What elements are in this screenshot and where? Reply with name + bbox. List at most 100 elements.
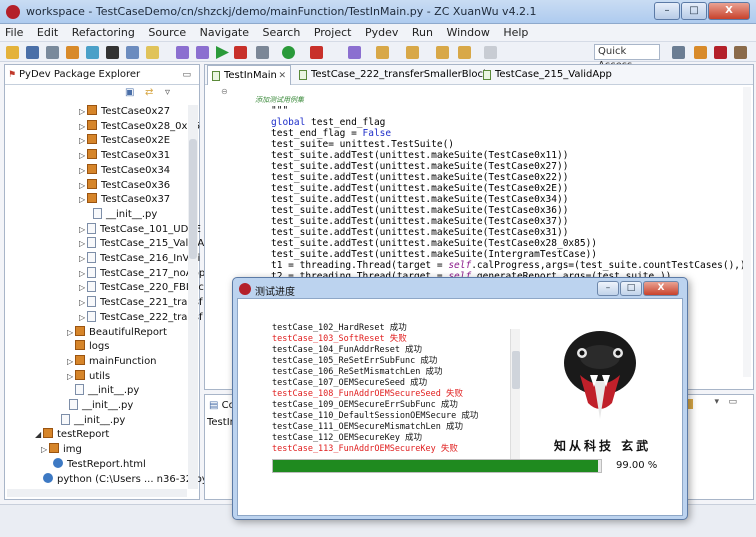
expand-arrow-icon[interactable]: ▷: [79, 193, 87, 207]
run-icon[interactable]: [216, 46, 229, 59]
tools-icon[interactable]: [106, 46, 119, 59]
tree-item[interactable]: __init__.py: [67, 384, 139, 398]
code-line[interactable]: test_suite.addTest(unittest.makeSuite(Te…: [271, 227, 568, 238]
link-editor-icon[interactable]: ⇄: [145, 87, 153, 98]
log-scroll-thumb[interactable]: [512, 351, 520, 389]
dialog-minimize-button[interactable]: –: [597, 281, 619, 296]
code-line[interactable]: test_suite.addTest(unittest.makeSuite(Te…: [271, 216, 568, 227]
editor-scrollbar[interactable]: [743, 87, 751, 377]
explorer-scroll-thumb[interactable]: [189, 139, 197, 259]
stop-icon[interactable]: [234, 46, 247, 59]
debug-perspective-icon[interactable]: [734, 46, 747, 59]
menu-source[interactable]: Source: [143, 24, 191, 39]
tree-item[interactable]: ▷ utils: [67, 369, 110, 384]
back-icon[interactable]: [458, 46, 471, 59]
expand-arrow-icon[interactable]: ▷: [79, 281, 87, 295]
tree-item[interactable]: ▷ TestCase0x31: [79, 149, 170, 163]
expand-arrow-icon[interactable]: ▷: [79, 311, 87, 325]
pen-icon[interactable]: [196, 46, 209, 59]
menu-help[interactable]: Help: [498, 24, 533, 39]
menu-refactoring[interactable]: Refactoring: [67, 24, 140, 39]
expand-arrow-icon[interactable]: ◢: [35, 428, 43, 442]
expand-arrow-icon[interactable]: ▷: [79, 237, 87, 251]
code-line[interactable]: test_suite.addTest(unittest.makeSuite(Te…: [271, 194, 568, 205]
close-tab-icon[interactable]: ✕: [278, 66, 286, 86]
tab-testcase-222[interactable]: TestCase_222_transferSmallerBlock: [295, 65, 489, 85]
code-line[interactable]: global test_end_flag: [271, 117, 385, 128]
tree-item[interactable]: ▷ TestCase_222_transf: [79, 310, 202, 325]
fold-marker-icon[interactable]: ⊖: [221, 87, 228, 96]
minimize-button[interactable]: –: [654, 2, 680, 20]
tree-item[interactable]: TestReport.html: [45, 457, 146, 472]
pydev-perspective-icon[interactable]: [714, 46, 727, 59]
tree-item[interactable]: ▷ BeautifulReport: [67, 325, 167, 340]
tree-item[interactable]: __init__.py: [53, 413, 125, 428]
code-line[interactable]: test_suite.addTest(unittest.makeSuite(Te…: [271, 205, 568, 216]
code-line[interactable]: test_suite.addTest(unittest.makeSuite(Te…: [271, 183, 568, 194]
expand-arrow-icon[interactable]: ▷: [79, 120, 87, 134]
code-line[interactable]: test_suite.addTest(unittest.makeSuite(Te…: [271, 238, 597, 249]
tree-item[interactable]: ▷ TestCase0x28_0x85: [79, 119, 200, 134]
menu-window[interactable]: Window: [441, 24, 494, 39]
code-line[interactable]: test_end_flag = False: [271, 128, 391, 139]
expand-arrow-icon[interactable]: ▷: [79, 149, 87, 163]
tree-item[interactable]: ▷ TestCase_215_ValidA: [79, 237, 204, 251]
console-tab[interactable]: ▤ Co: [209, 400, 235, 411]
explorer-scrollbar[interactable]: [188, 105, 198, 489]
close-button[interactable]: X: [708, 2, 750, 20]
new-icon[interactable]: [6, 46, 19, 59]
expand-arrow-icon[interactable]: ▷: [67, 355, 75, 369]
external-tools-icon[interactable]: [310, 46, 323, 59]
view-menu-icon[interactable]: ▿: [165, 87, 170, 98]
console-menu-icon[interactable]: ▾: [714, 397, 719, 407]
open-perspective-icon[interactable]: [672, 46, 685, 59]
maximize-button[interactable]: □: [681, 2, 707, 20]
menu-project[interactable]: Project: [309, 24, 357, 39]
pencil-icon[interactable]: [146, 46, 159, 59]
brush-icon[interactable]: [176, 46, 189, 59]
log-scrollbar[interactable]: [510, 329, 520, 459]
menu-navigate[interactable]: Navigate: [195, 24, 254, 39]
tab-testinmain[interactable]: TestInMain ✕: [207, 65, 291, 85]
tree-item[interactable]: ▷ TestCase_221_transf: [79, 296, 202, 310]
tree-item[interactable]: ▷ TestCase_101_UDSE: [79, 222, 201, 237]
dialog-close-button[interactable]: X: [643, 281, 679, 296]
tree-item[interactable]: ▷ TestCase0x2E: [79, 134, 170, 148]
menu-search[interactable]: Search: [258, 24, 306, 39]
tree-item[interactable]: ▷ TestCase_216_InVali: [79, 252, 200, 266]
expand-arrow-icon[interactable]: ▷: [79, 296, 87, 310]
tree-item[interactable]: ▷ mainFunction: [67, 354, 157, 369]
open-folder-icon[interactable]: [66, 46, 79, 59]
panel-minimize-icon[interactable]: ▭: [182, 65, 191, 85]
expand-arrow-icon[interactable]: ▷: [79, 105, 87, 119]
print-icon[interactable]: [46, 46, 59, 59]
debug-icon[interactable]: [256, 46, 269, 59]
code-line[interactable]: test_suite.addTest(unittest.makeSuite(In…: [271, 249, 597, 260]
tree-item[interactable]: logs: [67, 340, 109, 354]
dialog-maximize-button[interactable]: □: [620, 281, 642, 296]
tree-item[interactable]: ◢ testReport: [35, 428, 109, 442]
menu-file[interactable]: File: [0, 24, 28, 39]
menu-edit[interactable]: Edit: [32, 24, 63, 39]
tree-item[interactable]: __init__.py: [61, 399, 133, 413]
expand-arrow-icon[interactable]: ▷: [67, 370, 75, 384]
run-last-icon[interactable]: [282, 46, 295, 59]
prev-annotation-icon[interactable]: [436, 46, 449, 59]
expand-arrow-icon[interactable]: ▷: [79, 223, 87, 237]
tree-item[interactable]: ▷ img: [41, 443, 82, 457]
expand-arrow-icon[interactable]: ▷: [79, 164, 87, 178]
tree-item[interactable]: ▷ TestCase0x27: [79, 105, 170, 119]
expand-arrow-icon[interactable]: ▷: [79, 179, 87, 193]
forward-icon[interactable]: [484, 46, 497, 59]
console-minimize-icon[interactable]: ▭: [728, 397, 737, 407]
tree-item[interactable]: ▷ TestCase_217_noApp: [79, 266, 205, 281]
code-line[interactable]: t1 = threading.Thread(target = self.calP…: [271, 260, 751, 271]
menu-pydev[interactable]: Pydev: [360, 24, 403, 39]
java-perspective-icon[interactable]: [694, 46, 707, 59]
code-line[interactable]: test_suite.addTest(unittest.makeSuite(Te…: [271, 172, 568, 183]
tree-item[interactable]: ▷ TestCase_220_FBLRc: [79, 281, 204, 295]
tree-item[interactable]: ▷ TestCase0x36: [79, 178, 170, 193]
tree-item[interactable]: python (C:\Users ... n36-32\pyt: [35, 472, 212, 487]
search-icon[interactable]: [86, 46, 99, 59]
package-explorer-tab[interactable]: PyDev Package Explorer ▭ ⚑: [5, 65, 199, 85]
